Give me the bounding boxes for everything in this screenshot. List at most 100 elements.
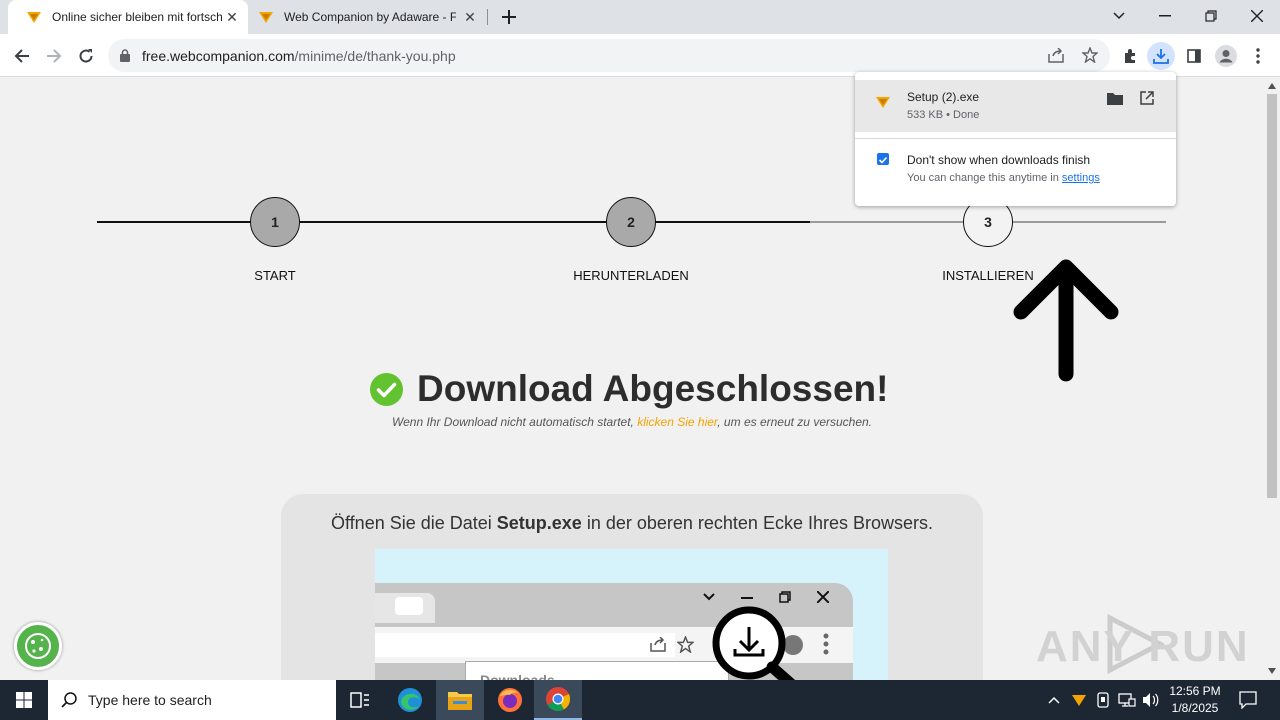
scroll-thumb[interactable] bbox=[1267, 94, 1277, 498]
illustration-downloads-label: Downloads bbox=[480, 672, 555, 680]
forward-icon[interactable] bbox=[40, 42, 68, 70]
illustration-chevron-icon bbox=[703, 593, 715, 601]
settings-hint: You can change this anytime in settings bbox=[907, 172, 1100, 184]
taskbar-search-placeholder: Type here to search bbox=[88, 692, 212, 708]
browser-illustration: Downloads bbox=[375, 549, 888, 680]
download-item[interactable]: Setup (2).exe 533 KB • Done bbox=[855, 80, 1176, 132]
download-file-name: Setup (2).exe bbox=[907, 90, 980, 104]
illustration-downloads-panel: Downloads bbox=[465, 661, 729, 680]
tray-adaware-icon[interactable] bbox=[1071, 692, 1087, 708]
retry-hint-prefix: Wenn Ihr Download nicht automatisch star… bbox=[391, 415, 638, 429]
magnifier-download-icon bbox=[712, 606, 796, 680]
new-tab-icon[interactable] bbox=[495, 3, 523, 31]
tab-close-icon[interactable]: ✕ bbox=[462, 9, 478, 25]
step-circle-2: 2 bbox=[606, 197, 656, 247]
search-icon bbox=[61, 692, 77, 708]
tray-time: 12:56 PM bbox=[1169, 684, 1221, 698]
illustration-close-icon bbox=[817, 591, 829, 603]
downloads-icon[interactable] bbox=[1147, 42, 1175, 70]
step-number: 3 bbox=[984, 214, 992, 230]
illustration-tab-shape bbox=[395, 597, 423, 615]
lock-icon[interactable] bbox=[120, 49, 130, 62]
chrome-icon bbox=[546, 687, 571, 712]
tab-web-companion[interactable]: Web Companion by Adaware - F ✕ bbox=[248, 0, 486, 34]
retry-hint: Wenn Ihr Download nicht automatisch star… bbox=[0, 415, 1264, 429]
step-label-herunterladen: HERUNTERLADEN bbox=[573, 268, 689, 283]
reload-icon[interactable] bbox=[72, 42, 100, 70]
task-view-button[interactable] bbox=[336, 680, 384, 720]
scroll-down-icon[interactable] bbox=[1268, 668, 1276, 674]
step-label-start: START bbox=[254, 268, 296, 283]
instruction-suffix: in der oberen rechten Ecke Ihres Browser… bbox=[581, 513, 933, 533]
minimize-icon[interactable] bbox=[1142, 0, 1188, 32]
tray-device-icon[interactable] bbox=[1096, 692, 1110, 708]
chrome-app[interactable] bbox=[534, 680, 582, 720]
folder-app-icon bbox=[448, 692, 472, 710]
tray-date: 1/8/2025 bbox=[1171, 701, 1219, 715]
retry-link[interactable]: klicken Sie hier bbox=[637, 415, 717, 429]
notification-center-icon[interactable] bbox=[1239, 691, 1257, 709]
instruction-card: Öffnen Sie die Datei Setup.exe in der ob… bbox=[281, 494, 983, 680]
restore-icon[interactable] bbox=[1188, 0, 1234, 32]
share-icon[interactable] bbox=[1048, 48, 1064, 63]
edge-icon bbox=[398, 688, 422, 712]
edge-app[interactable] bbox=[386, 680, 434, 720]
chrome-menu-icon[interactable] bbox=[1244, 42, 1272, 70]
progress-line-done bbox=[97, 221, 810, 223]
illustration-star-icon bbox=[677, 636, 694, 653]
adaware-favicon-icon bbox=[27, 12, 41, 23]
folder-icon[interactable] bbox=[1107, 92, 1123, 105]
taskbar-search-box[interactable]: Type here to search bbox=[48, 680, 336, 720]
illustration-addressbar bbox=[375, 633, 675, 657]
cookie-icon bbox=[25, 633, 51, 659]
adaware-file-icon bbox=[876, 97, 890, 108]
tab-search-icon[interactable] bbox=[1096, 0, 1142, 32]
url-host: free.webcompanion.com bbox=[142, 48, 295, 64]
illustration-share-icon bbox=[650, 637, 666, 652]
tray-network-icon[interactable] bbox=[1118, 692, 1136, 708]
dont-show-checkbox[interactable] bbox=[877, 153, 889, 165]
windows-taskbar: Type here to search 12:56 PM 1/8/2025 bbox=[0, 680, 1280, 720]
instruction-prefix: Öffnen Sie die Datei bbox=[331, 513, 497, 533]
start-button[interactable] bbox=[0, 680, 48, 720]
instruction-text: Öffnen Sie die Datei Setup.exe in der ob… bbox=[281, 513, 983, 534]
cookie-settings-button[interactable] bbox=[14, 622, 62, 670]
watermark-text: ANY RUN bbox=[1036, 622, 1250, 671]
address-bar[interactable]: free.webcompanion.com/minime/de/thank-yo… bbox=[108, 39, 1110, 72]
file-explorer-app[interactable] bbox=[436, 680, 484, 720]
check-circle-icon bbox=[370, 372, 403, 406]
side-panel-icon[interactable] bbox=[1180, 42, 1208, 70]
extensions-icon[interactable] bbox=[1116, 42, 1144, 70]
checkmark-icon bbox=[878, 156, 888, 164]
firefox-icon bbox=[498, 688, 522, 712]
open-external-icon[interactable] bbox=[1140, 91, 1154, 105]
page-title-text: Download Abgeschlossen! bbox=[417, 368, 889, 409]
page-scrollbar[interactable] bbox=[1264, 78, 1280, 680]
back-icon[interactable] bbox=[8, 42, 36, 70]
step-number: 1 bbox=[271, 214, 279, 230]
adaware-favicon-icon bbox=[259, 12, 273, 23]
anyrun-watermark: ANY RUN bbox=[1036, 614, 1248, 674]
illustration-restore-icon bbox=[779, 591, 791, 603]
illustration-minimize-icon bbox=[741, 597, 753, 599]
tray-volume-icon[interactable] bbox=[1142, 692, 1160, 708]
tab-title: Web Companion by Adaware - F bbox=[284, 10, 456, 24]
bookmark-star-icon[interactable] bbox=[1082, 47, 1098, 63]
tab-online-sicher[interactable]: Online sicher bleiben mit fortsch ✕ bbox=[8, 0, 248, 34]
settings-link[interactable]: settings bbox=[1062, 172, 1100, 184]
scroll-up-icon[interactable] bbox=[1268, 83, 1276, 89]
tab-separator bbox=[487, 9, 488, 25]
close-window-icon[interactable] bbox=[1234, 0, 1280, 32]
profile-avatar-icon[interactable] bbox=[1212, 42, 1240, 70]
url-text: free.webcompanion.com/minime/de/thank-yo… bbox=[142, 48, 456, 64]
firefox-app[interactable] bbox=[486, 680, 534, 720]
tray-clock[interactable]: 12:56 PM 1/8/2025 bbox=[1166, 683, 1224, 717]
task-view-icon bbox=[350, 692, 369, 708]
step-circle-1: 1 bbox=[250, 197, 300, 247]
windows-logo-icon bbox=[16, 692, 32, 708]
tab-close-icon[interactable]: ✕ bbox=[224, 9, 240, 25]
settings-hint-text: You can change this anytime in bbox=[907, 172, 1062, 184]
retry-hint-suffix: , um es erneut zu versuchen. bbox=[717, 415, 873, 429]
step-number: 2 bbox=[627, 214, 635, 230]
tray-chevron-icon[interactable] bbox=[1048, 696, 1060, 704]
